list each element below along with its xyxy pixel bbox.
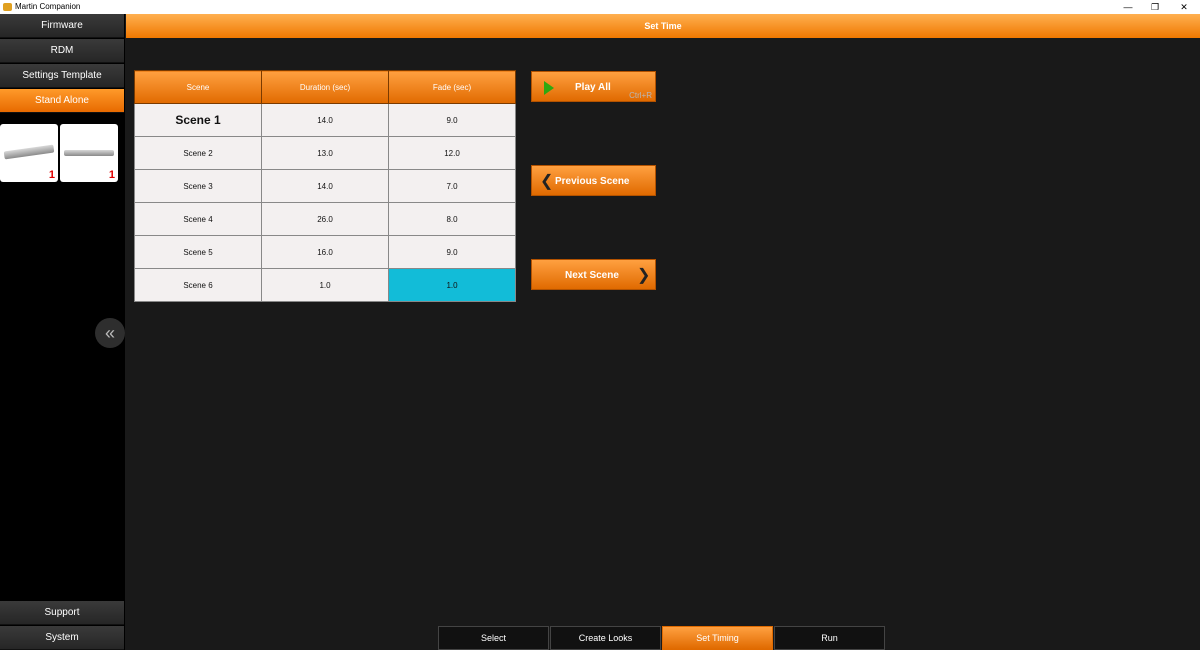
chevron-right-icon: ❯ <box>637 267 651 284</box>
tab-set-timing[interactable]: Set Timing <box>662 626 773 650</box>
scene-name-cell[interactable]: Scene 3 <box>134 169 262 203</box>
tab-select[interactable]: Select <box>438 626 549 650</box>
close-button[interactable]: ✕ <box>1172 0 1196 14</box>
fixture-thumbnail[interactable]: 1 <box>60 124 118 182</box>
scene-name-cell[interactable]: Scene 6 <box>134 268 262 302</box>
next-scene-button[interactable]: Next Scene ❯ <box>531 259 656 290</box>
fixture-count-badge: 1 <box>48 169 55 181</box>
table-row[interactable]: Scene 5 16.0 9.0 <box>134 235 516 269</box>
tab-run[interactable]: Run <box>774 626 885 650</box>
fade-cell[interactable]: 9.0 <box>388 235 516 269</box>
sidebar-item-firmware[interactable]: Firmware <box>0 14 124 38</box>
scene-name-cell[interactable]: Scene 2 <box>134 136 262 170</box>
table-header-row: Scene Duration (sec) Fade (sec) <box>134 70 516 104</box>
tab-create-looks[interactable]: Create Looks <box>550 626 661 650</box>
duration-cell[interactable]: 26.0 <box>261 202 389 236</box>
light-bar-image <box>3 144 55 160</box>
sidebar-item-support[interactable]: Support <box>0 601 124 625</box>
scene-name-cell[interactable]: Scene 4 <box>134 202 262 236</box>
table-row[interactable]: Scene 2 13.0 12.0 <box>134 136 516 170</box>
fade-cell[interactable]: 12.0 <box>388 136 516 170</box>
sidebar-item-stand-alone[interactable]: Stand Alone <box>0 89 124 113</box>
duration-cell[interactable]: 16.0 <box>261 235 389 269</box>
table-row[interactable]: Scene 4 26.0 8.0 <box>134 202 516 236</box>
minimize-button[interactable]: — <box>1116 0 1140 14</box>
chevron-left-icon: ❮ <box>540 173 554 190</box>
column-header-scene: Scene <box>134 70 262 104</box>
duration-cell[interactable]: 13.0 <box>261 136 389 170</box>
play-all-label: Play All <box>575 82 611 93</box>
window-title: Martin Companion <box>15 2 81 11</box>
title-bar: Martin Companion — ❐ ✕ <box>0 0 1200 14</box>
fade-cell[interactable]: 9.0 <box>388 103 516 137</box>
table-row[interactable]: Scene 6 1.0 1.0 <box>134 268 516 302</box>
play-icon <box>544 81 554 95</box>
fixture-count-badge: 1 <box>108 169 115 181</box>
previous-scene-label: Previous Scene <box>555 176 630 187</box>
column-header-fade: Fade (sec) <box>388 70 516 104</box>
fade-cell[interactable]: 7.0 <box>388 169 516 203</box>
restore-button[interactable]: ❐ <box>1143 0 1167 14</box>
duration-cell[interactable]: 1.0 <box>261 268 389 302</box>
app-logo-icon <box>3 3 12 11</box>
next-scene-label: Next Scene <box>565 270 619 281</box>
fade-cell[interactable]: 8.0 <box>388 202 516 236</box>
table-row[interactable]: Scene 3 14.0 7.0 <box>134 169 516 203</box>
duration-cell[interactable]: 14.0 <box>261 103 389 137</box>
scene-name-cell[interactable]: Scene 1 <box>134 103 262 137</box>
collapse-sidebar-icon[interactable]: « <box>95 318 125 348</box>
play-all-button[interactable]: Play All Ctrl+R <box>531 71 656 102</box>
page-title: Set Time <box>126 14 1200 38</box>
light-bar-image <box>64 150 114 156</box>
sidebar-item-settings-template[interactable]: Settings Template <box>0 64 124 88</box>
duration-cell[interactable]: 14.0 <box>261 169 389 203</box>
sidebar-item-rdm[interactable]: RDM <box>0 39 124 63</box>
fade-cell-selected[interactable]: 1.0 <box>388 268 516 302</box>
column-header-duration: Duration (sec) <box>261 70 389 104</box>
shortcut-hint: Ctrl+R <box>629 91 652 100</box>
sidebar: Firmware RDM Settings Template Stand Alo… <box>0 14 125 650</box>
table-row[interactable]: Scene 1 14.0 9.0 <box>134 103 516 137</box>
scene-name-cell[interactable]: Scene 5 <box>134 235 262 269</box>
scene-timing-table: Scene Duration (sec) Fade (sec) Scene 1 … <box>134 70 516 302</box>
previous-scene-button[interactable]: ❮ Previous Scene <box>531 165 656 196</box>
sidebar-item-system[interactable]: System <box>0 626 124 650</box>
fixture-thumbnail[interactable]: 1 <box>0 124 58 182</box>
